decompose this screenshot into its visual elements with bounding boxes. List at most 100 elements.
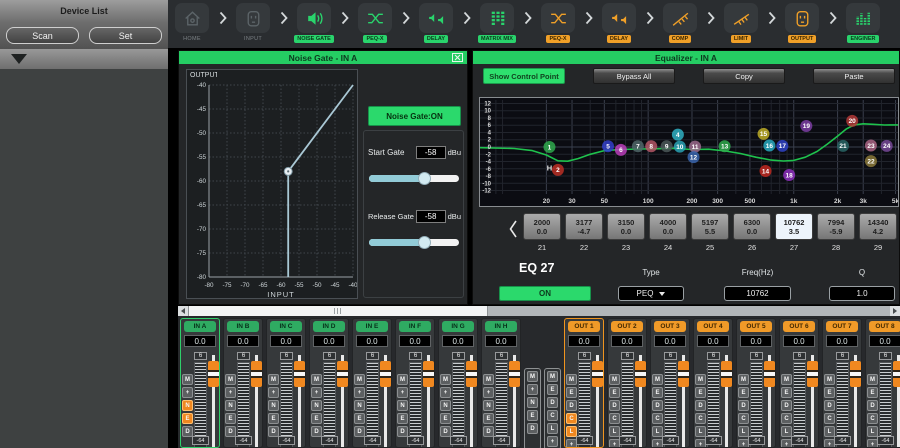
channel-button-out-4-d[interactable]: D bbox=[695, 400, 706, 411]
channel-button-in-d-n[interactable]: N bbox=[311, 400, 322, 411]
fader-handle[interactable] bbox=[678, 361, 689, 387]
eq-freq-input[interactable]: 10762 bbox=[724, 286, 791, 301]
channel-button-out-2-c[interactable]: C bbox=[609, 413, 620, 424]
channel-button-out-4-e[interactable]: E bbox=[695, 387, 706, 398]
fader-handle[interactable] bbox=[764, 361, 775, 387]
paste-button[interactable]: Paste bbox=[813, 68, 895, 84]
channel-button-in-b-m[interactable]: M bbox=[225, 374, 236, 385]
channel-button-in-g-e[interactable]: E bbox=[440, 413, 451, 424]
eq-point-15[interactable]: 15 bbox=[758, 128, 770, 140]
channel-gain-value[interactable]: 0.0 bbox=[442, 335, 474, 347]
toolbar-item-output[interactable]: OUTPUT bbox=[781, 3, 823, 43]
fader-handle[interactable] bbox=[850, 361, 861, 387]
channel-button-out-4-c[interactable]: C bbox=[695, 413, 706, 424]
channel-button-in-a-e[interactable]: E bbox=[182, 413, 193, 424]
channel-button-out-6-c[interactable]: C bbox=[781, 413, 792, 424]
eq-band-26[interactable]: 63000.0 bbox=[733, 213, 771, 240]
channel-strip-out-4[interactable]: OUT 40.06-64MEDCL+ bbox=[693, 318, 733, 448]
set-button[interactable]: Set bbox=[89, 27, 162, 44]
eq-point-8[interactable]: 8 bbox=[645, 140, 657, 152]
scrollbar-thumb[interactable] bbox=[188, 306, 488, 316]
channel-button-out-6-m[interactable]: M bbox=[781, 374, 792, 385]
toolbar-item-delay[interactable]: DELAY bbox=[598, 3, 640, 43]
fader-handle[interactable] bbox=[380, 361, 391, 387]
master-strip-1[interactable]: M+NED bbox=[524, 368, 541, 448]
fader-handle[interactable] bbox=[893, 361, 900, 387]
channel-button-in-c-n[interactable]: N bbox=[268, 400, 279, 411]
channel-strip-out-2[interactable]: OUT 20.06-64MEDCL+ bbox=[607, 318, 647, 448]
copy-button[interactable]: Copy bbox=[703, 68, 785, 84]
eq-band-25[interactable]: 51975.5 bbox=[691, 213, 729, 240]
channel-button-in-e-e[interactable]: E bbox=[354, 413, 365, 424]
channel-button-in-d-m[interactable]: M bbox=[311, 374, 322, 385]
master-strip-2[interactable]: MEDCL+ bbox=[544, 368, 561, 448]
fader-handle[interactable] bbox=[635, 361, 646, 387]
eq-point-18[interactable]: 18 bbox=[783, 169, 795, 181]
close-icon[interactable] bbox=[452, 53, 463, 62]
bypass-all-button[interactable]: Bypass All bbox=[593, 68, 675, 84]
fader-handle[interactable] bbox=[466, 361, 477, 387]
channel-button-in-a-m[interactable]: M bbox=[182, 374, 193, 385]
channel-strip-in-b[interactable]: IN B0.06-64M+NED bbox=[223, 318, 263, 448]
mixer-scrollbar[interactable] bbox=[178, 306, 900, 316]
eq-point-14[interactable]: 14 bbox=[760, 165, 772, 177]
channel-button-out-3-e[interactable]: E bbox=[652, 387, 663, 398]
channel-gain-value[interactable]: 0.0 bbox=[227, 335, 259, 347]
eq-point-1[interactable]: 1 bbox=[543, 141, 555, 153]
eq-point-22[interactable]: 22 bbox=[865, 155, 877, 167]
channel-strip-in-a[interactable]: IN A0.06-64M+NED bbox=[180, 318, 220, 448]
noise-gate-on-button[interactable]: Noise Gate:ON bbox=[368, 106, 461, 126]
channel-gain-value[interactable]: 0.0 bbox=[740, 335, 772, 347]
channel-strip-in-d[interactable]: IN D0.06-64M+NED bbox=[309, 318, 349, 448]
channel-strip-out-6[interactable]: OUT 60.06-64MEDCL+ bbox=[779, 318, 819, 448]
channel-gain-value[interactable]: 0.0 bbox=[611, 335, 643, 347]
channel-strip-in-c[interactable]: IN C0.06-64M+NED bbox=[266, 318, 306, 448]
channel-button-in-g-n[interactable]: N bbox=[440, 400, 451, 411]
eq-band-23[interactable]: 31500.0 bbox=[607, 213, 645, 240]
channel-button-in-e-plus[interactable]: + bbox=[354, 387, 365, 398]
eq-band-27[interactable]: 107623.5 bbox=[775, 213, 813, 240]
channel-button-out-6-e[interactable]: E bbox=[781, 387, 792, 398]
channel-gain-value[interactable]: 0.0 bbox=[568, 335, 600, 347]
channel-gain-value[interactable]: 0.0 bbox=[826, 335, 858, 347]
eq-response-graph[interactable]: 121086420-2-4-6-8-10-1220305010020030050… bbox=[479, 97, 899, 207]
master-button-n[interactable]: N bbox=[527, 397, 538, 408]
master-button-d[interactable]: D bbox=[527, 423, 538, 434]
fader-handle[interactable] bbox=[721, 361, 732, 387]
master-button-d[interactable]: D bbox=[547, 397, 558, 408]
channel-button-in-f-e[interactable]: E bbox=[397, 413, 408, 424]
channel-button-in-d-plus[interactable]: + bbox=[311, 387, 322, 398]
master-button-m[interactable]: M bbox=[547, 371, 558, 382]
master-button-e[interactable]: E bbox=[547, 384, 558, 395]
chevron-left-icon[interactable] bbox=[507, 215, 519, 243]
channel-button-in-h-e[interactable]: E bbox=[483, 413, 494, 424]
master-button-c[interactable]: C bbox=[547, 410, 558, 421]
fader-handle[interactable] bbox=[592, 361, 603, 387]
eq-point-7[interactable]: 7 bbox=[632, 140, 644, 152]
channel-button-out-2-d[interactable]: D bbox=[609, 400, 620, 411]
toolbar-item-enginer[interactable]: ENGINER bbox=[842, 3, 884, 43]
channel-button-in-g-m[interactable]: M bbox=[440, 374, 451, 385]
eq-point-4[interactable]: 4 bbox=[672, 129, 684, 141]
start-gate-value[interactable]: -58 bbox=[416, 146, 446, 159]
fader-handle[interactable] bbox=[294, 361, 305, 387]
toolbar-item-delay[interactable]: DELAY bbox=[415, 3, 457, 43]
master-button-e[interactable]: E bbox=[527, 410, 538, 421]
channel-gain-value[interactable]: 0.0 bbox=[184, 335, 216, 347]
eq-point-21[interactable]: 21 bbox=[837, 140, 849, 152]
channel-strip-out-1[interactable]: OUT 10.06-64MEDCL+ bbox=[564, 318, 604, 448]
eq-point-16[interactable]: 16 bbox=[763, 140, 775, 152]
channel-button-out-2-e[interactable]: E bbox=[609, 387, 620, 398]
eq-point-2[interactable]: 2 bbox=[552, 164, 564, 176]
channel-strip-out-3[interactable]: OUT 30.06-64MEDCL+ bbox=[650, 318, 690, 448]
channel-button-out-3-m[interactable]: M bbox=[652, 374, 663, 385]
channel-strip-out-8[interactable]: OUT 80.06-64MEDCL+ bbox=[865, 318, 900, 448]
channel-button-out-1-m[interactable]: M bbox=[566, 374, 577, 385]
slider-knob[interactable] bbox=[418, 236, 431, 249]
fader-handle[interactable] bbox=[337, 361, 348, 387]
eq-point-9[interactable]: 9 bbox=[661, 140, 673, 152]
eq-band-22[interactable]: 3177-4.7 bbox=[565, 213, 603, 240]
channel-button-in-a-n[interactable]: N bbox=[182, 400, 193, 411]
channel-gain-value[interactable]: 0.0 bbox=[697, 335, 729, 347]
channel-button-out-1-c[interactable]: C bbox=[566, 413, 577, 424]
